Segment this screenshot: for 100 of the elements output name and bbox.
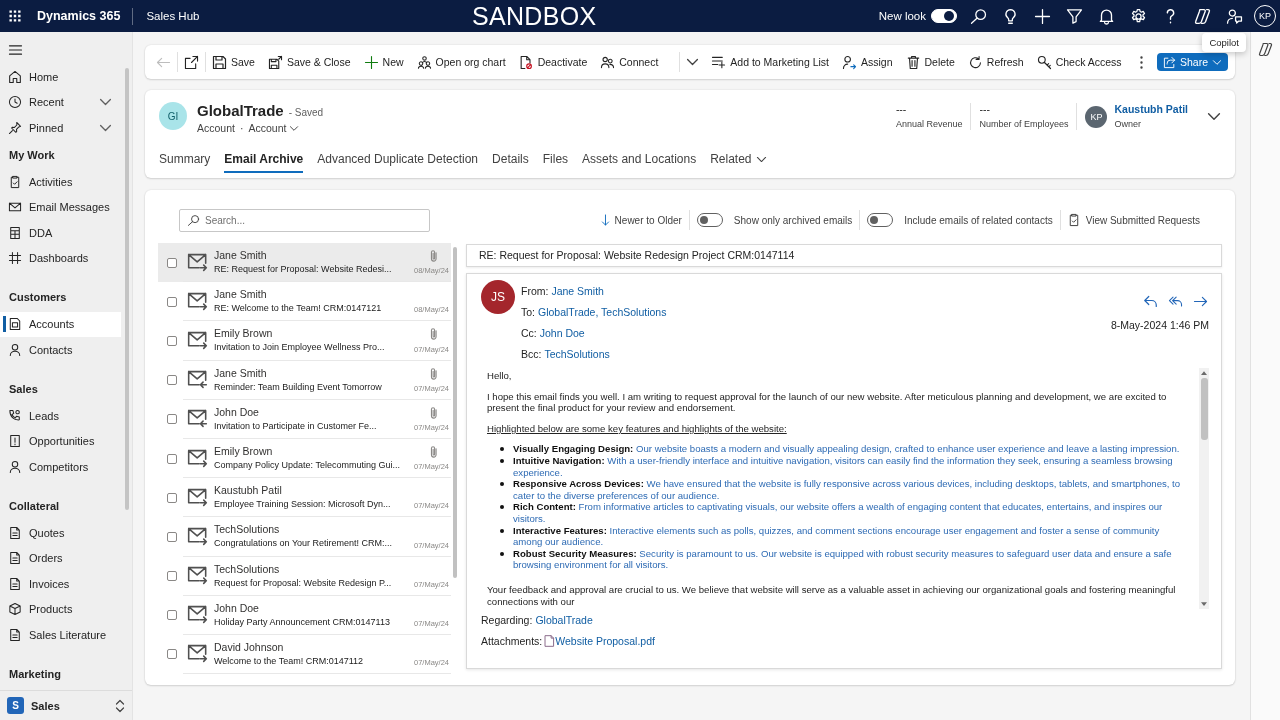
tab[interactable]: Details: [492, 145, 529, 173]
envelope-arrow-right-icon: [188, 567, 207, 585]
scroll-up-icon[interactable]: [1201, 371, 1207, 375]
command-button[interactable]: Refresh: [968, 49, 1024, 75]
nav-item[interactable]: Activities: [0, 169, 121, 195]
checkbox[interactable]: [167, 492, 177, 503]
reply-all-icon[interactable]: [1169, 296, 1182, 307]
settings-icon[interactable]: [1131, 8, 1146, 24]
share-button[interactable]: Share: [1156, 53, 1228, 71]
tab[interactable]: Related: [710, 145, 766, 173]
command-button[interactable]: Save: [213, 49, 255, 75]
nav-section-title: Collateral: [8, 498, 61, 514]
checkbox[interactable]: [167, 296, 177, 307]
person-chat-icon[interactable]: [1227, 8, 1242, 24]
checkbox[interactable]: [167, 571, 177, 582]
contact-link[interactable]: TechSolutions: [544, 347, 610, 360]
bell-icon[interactable]: [1099, 8, 1114, 24]
menu-icon[interactable]: [9, 45, 22, 55]
refresh-icon: [968, 55, 982, 69]
checkbox[interactable]: [167, 453, 177, 464]
header-label: Cc:: [521, 326, 537, 339]
envelope-arrow-right-icon: [188, 292, 207, 310]
sender-name: Emily Brown: [214, 445, 274, 459]
command-button[interactable]: Connect: [601, 49, 659, 75]
more-icon[interactable]: [1139, 55, 1143, 69]
scrollbar[interactable]: [1199, 368, 1209, 610]
tab[interactable]: Advanced Duplicate Detection: [317, 145, 479, 173]
nav-section-title: Sales: [8, 381, 39, 397]
sender-name: Emily Brown: [214, 327, 274, 341]
tab[interactable]: Email Archive: [224, 145, 304, 173]
nav-item[interactable]: Home: [0, 64, 121, 90]
scrollbar-thumb[interactable]: [452, 247, 457, 578]
checkbox[interactable]: [167, 414, 177, 425]
tab[interactable]: Summary: [159, 145, 211, 173]
sender-name: Jane Smith: [214, 288, 268, 302]
nav-item[interactable]: Recent: [0, 89, 121, 115]
owner-link[interactable]: Kaustubh Patil: [1114, 103, 1188, 116]
command-button[interactable]: Check Access: [1037, 49, 1122, 75]
nav-item[interactable]: Accounts: [0, 311, 121, 337]
command-button[interactable]: Deactivate: [519, 49, 588, 75]
toggle-switch[interactable]: [696, 213, 723, 227]
command-button[interactable]: New: [364, 49, 404, 75]
command-button[interactable]: Delete: [906, 49, 955, 75]
chevron-down-icon: [1213, 59, 1221, 65]
contact-link[interactable]: John Doe: [539, 326, 585, 339]
command-button[interactable]: Add to Marketing List: [712, 49, 829, 75]
nav-item[interactable]: Pinned: [0, 115, 121, 141]
checkbox[interactable]: [167, 610, 177, 621]
nav-item[interactable]: Email Messages: [0, 194, 121, 220]
filter-icon[interactable]: [1067, 8, 1082, 24]
copilot-icon[interactable]: [1259, 43, 1272, 56]
checkbox[interactable]: [167, 375, 177, 386]
sort-button[interactable]: Newer to Older: [601, 214, 682, 226]
app-title[interactable]: Dynamics 365: [37, 9, 121, 23]
nav-item[interactable]: Orders: [0, 545, 121, 571]
plus-icon[interactable]: [1035, 8, 1050, 24]
scrollbar-thumb[interactable]: [124, 68, 129, 510]
document-icon: [9, 552, 21, 565]
nav-item[interactable]: Dashboards: [0, 245, 121, 271]
area-switcher[interactable]: S Sales: [0, 690, 132, 720]
popout-icon[interactable]: [185, 55, 198, 69]
chevron-down-icon[interactable]: [687, 59, 699, 65]
nav-item[interactable]: Quotes: [0, 520, 121, 546]
nav-item[interactable]: DDA: [0, 220, 121, 246]
email-subject-preview: Invitation to Join Employee Wellness Pro...: [214, 341, 386, 354]
toggle-switch[interactable]: [867, 213, 894, 227]
nav-item[interactable]: Leads: [0, 403, 121, 429]
scroll-down-icon[interactable]: [1201, 602, 1207, 607]
chevron-down-icon[interactable]: [1208, 113, 1220, 120]
area-title[interactable]: Sales Hub: [146, 10, 200, 22]
requests-link[interactable]: View Submitted Requests: [1067, 214, 1200, 226]
search-icon[interactable]: [971, 8, 986, 24]
checkbox[interactable]: [167, 335, 177, 346]
forward-icon[interactable]: [1194, 296, 1207, 307]
checkbox[interactable]: [167, 531, 177, 542]
nav-item[interactable]: Contacts: [0, 337, 121, 363]
tab[interactable]: Assets and Locations: [582, 145, 697, 173]
contact-link[interactable]: Jane Smith: [551, 284, 604, 297]
command-button[interactable]: Assign: [843, 49, 893, 75]
nav-item[interactable]: Products: [0, 596, 121, 622]
nav-item[interactable]: Invoices: [0, 571, 121, 597]
waffle-menu-icon[interactable]: [9, 10, 21, 22]
scrollbar-thumb[interactable]: [1200, 378, 1208, 440]
form-selector[interactable]: Account: [248, 122, 299, 134]
nav-item[interactable]: Competitors: [0, 454, 121, 480]
checkbox[interactable]: [167, 649, 177, 660]
lightbulb-icon[interactable]: [1003, 8, 1018, 24]
sent-date: 8-May-2024 1:46 PM: [1110, 319, 1209, 331]
reply-icon[interactable]: [1144, 296, 1157, 307]
contact-link[interactable]: GlobalTrade, TechSolutions: [538, 305, 667, 318]
attachment-link[interactable]: Website Proposal.pdf: [555, 634, 655, 647]
nav-item[interactable]: Sales Literature: [0, 622, 121, 648]
nav-item[interactable]: Opportunities: [0, 428, 121, 454]
command-button[interactable]: Open org chart: [417, 49, 506, 75]
checkbox[interactable]: [167, 257, 177, 268]
command-button[interactable]: Save & Close: [268, 49, 351, 75]
tab[interactable]: Files: [542, 145, 569, 173]
hash-icon: [9, 252, 21, 265]
search-field[interactable]: Search...: [179, 208, 430, 232]
regarding-link[interactable]: GlobalTrade: [535, 613, 593, 626]
